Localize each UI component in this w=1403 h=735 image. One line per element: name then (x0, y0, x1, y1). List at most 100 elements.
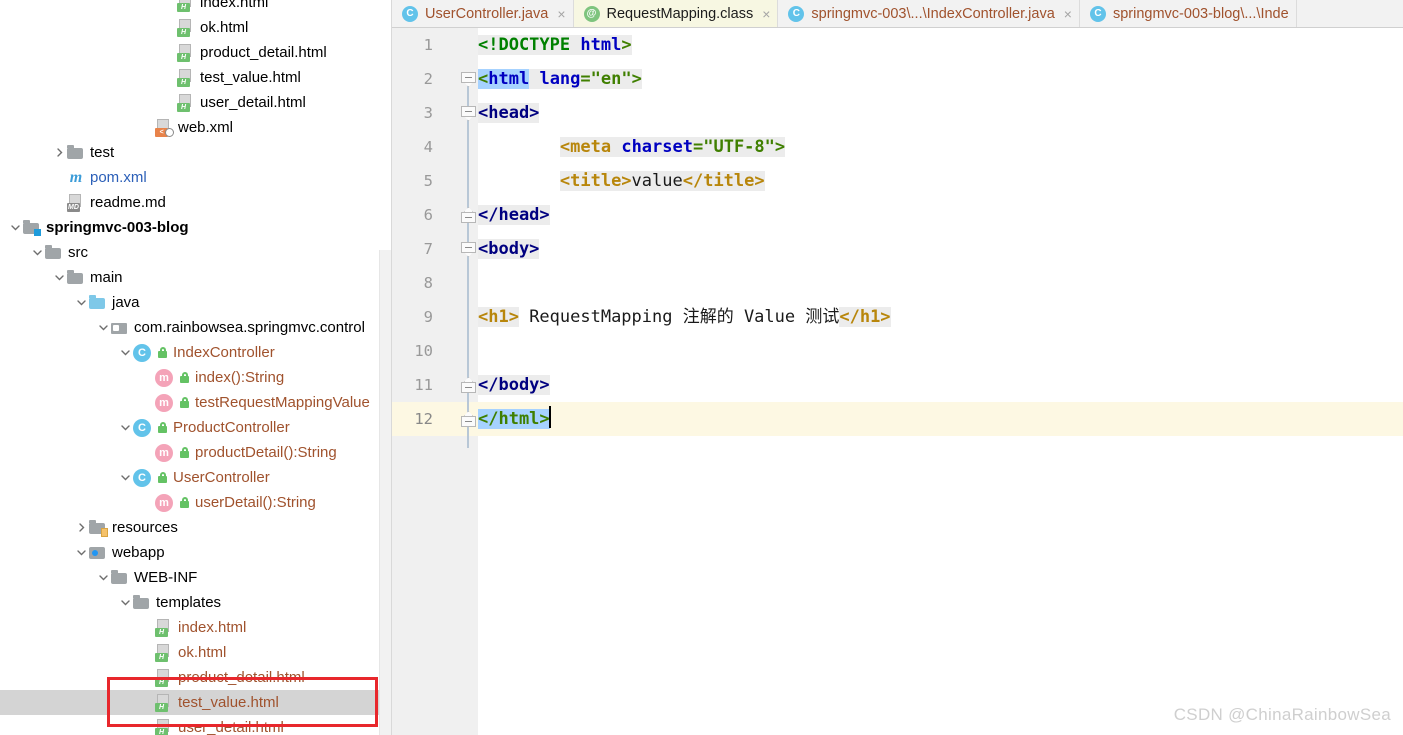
code-fold-toggle-icon[interactable] (461, 411, 476, 427)
chevron-down-icon[interactable] (74, 290, 89, 315)
chevron-down-icon[interactable] (118, 465, 133, 490)
folder-icon (133, 594, 151, 612)
tree-item-ok-html[interactable]: Hok.html (0, 15, 392, 40)
tree-item-web-inf[interactable]: WEB-INF (0, 565, 392, 590)
tree-item-label: readme.md (90, 194, 166, 211)
tree-item-label: productDetail():String (195, 444, 337, 461)
tree-item-productdetail-string[interactable]: m productDetail():String (0, 440, 392, 465)
editor-tab-springmvc-003-indexcontroller-java[interactable]: Cspringmvc-003\...\IndexController.java × (778, 0, 1080, 27)
tree-item-label: java (112, 294, 140, 311)
tree-item-label: test_value.html (178, 694, 279, 711)
code-token-lang-value: "en" (590, 69, 632, 89)
tree-item-java[interactable]: java (0, 290, 392, 315)
tree-item-test[interactable]: test (0, 140, 392, 165)
tree-item-label: IndexController (173, 344, 275, 361)
editor-body[interactable]: 1 2 3 4 5 6 7 8 9 10 11 12 <!DOCTYPE html> <html lan… (392, 28, 1403, 735)
editor-tab-usercontroller-java[interactable]: C UserController.java × (392, 0, 574, 27)
chevron-down-icon[interactable] (74, 540, 89, 565)
code-line-5[interactable]: <title>value</title> (478, 164, 1403, 198)
code-token-charset-value: "UTF-8" (703, 137, 775, 157)
tree-item-webapp[interactable]: webapp (0, 540, 392, 565)
tree-item-pom-xml[interactable]: m pom.xml (0, 165, 392, 190)
chevron-right-icon[interactable] (52, 140, 67, 165)
tree-item-product-detail-html[interactable]: Hproduct_detail.html (0, 40, 392, 65)
chevron-down-icon[interactable] (96, 315, 111, 340)
tree-item-readme-md[interactable]: MD readme.md (0, 190, 392, 215)
tree-item-userdetail-string[interactable]: m userDetail():String (0, 490, 392, 515)
tree-item-label: web.xml (178, 119, 234, 136)
tree-item-label: user_detail.html (178, 719, 284, 735)
tree-item-index-html[interactable]: Hindex.html (0, 0, 392, 15)
chevron-down-icon[interactable] (96, 565, 111, 590)
editor-tab-springmvc-003-blog-inde[interactable]: Cspringmvc-003-blog\...\Inde (1079, 0, 1297, 27)
tree-item-indexcontroller[interactable]: C IndexController (0, 340, 392, 365)
code-fold-toggle-icon[interactable] (461, 106, 476, 121)
code-line-8[interactable] (478, 266, 1403, 300)
editor-tab-label: UserController.java (425, 5, 549, 22)
tree-item-main[interactable]: main (0, 265, 392, 290)
chevron-down-icon[interactable] (118, 340, 133, 365)
java-class-icon: C (133, 418, 151, 437)
tree-item-label: src (68, 244, 88, 261)
editor-tab-bar[interactable]: C UserController.java × @ RequestMapping.cla… (392, 0, 1403, 28)
code-token-h1-text: RequestMapping 注解的 Value 测试 (518, 307, 840, 327)
tree-item-web-xml[interactable]: < web.xml (0, 115, 392, 140)
code-line-4[interactable]: <meta charset="UTF-8"> (478, 130, 1403, 164)
code-fold-toggle-icon[interactable] (461, 72, 476, 87)
chevron-right-icon[interactable] (74, 515, 89, 540)
code-fold-toggle-icon[interactable] (461, 207, 476, 223)
tree-item-productcontroller[interactable]: C ProductController (0, 415, 392, 440)
java-class-icon: C (133, 343, 151, 362)
chevron-down-icon[interactable] (118, 590, 133, 615)
code-token-body-close: </body> (478, 375, 550, 395)
code-line-9[interactable]: <h1> RequestMapping 注解的 Value 测试</h1> (478, 300, 1403, 334)
html-file-icon: H (177, 68, 195, 87)
code-line-2[interactable]: <html lang="en"> (478, 62, 1403, 96)
code-line-10[interactable] (478, 334, 1403, 368)
project-tree-pane[interactable]: Hindex.html Hok.html Hproduct_detail.html H… (0, 0, 392, 735)
tree-item-testrequestmappingvalue[interactable]: m testRequestMappingValue (0, 390, 392, 415)
code-line-7[interactable]: <body> (478, 232, 1403, 266)
code-fold-toggle-icon[interactable] (461, 377, 476, 393)
chevron-down-icon[interactable] (52, 265, 67, 290)
code-fold-toggle-icon[interactable] (461, 242, 476, 257)
close-icon[interactable]: × (1064, 7, 1072, 21)
close-icon[interactable]: × (557, 7, 565, 21)
html-file-icon: H (177, 43, 195, 62)
tree-item-springmvc-003-blog[interactable]: springmvc-003-blog (0, 215, 392, 240)
xml-file-icon: < (155, 118, 174, 137)
tree-item-src[interactable]: src (0, 240, 392, 265)
code-line-3[interactable]: <head> (478, 96, 1403, 130)
editor-tab-label: springmvc-003-blog\...\Inde (1112, 5, 1289, 22)
tree-item-test-value-html[interactable]: Htest_value.html (0, 690, 392, 715)
tree-item-label: WEB-INF (134, 569, 198, 586)
tree-item-index-string[interactable]: m index():String (0, 365, 392, 390)
tree-item-test-value-html[interactable]: Htest_value.html (0, 65, 392, 90)
chevron-down-icon[interactable] (30, 240, 45, 265)
tree-item-usercontroller[interactable]: C UserController (0, 465, 392, 490)
tree-item-com-rainbowsea-springmvc-control[interactable]: com.rainbowsea.springmvc.control (0, 315, 392, 340)
editor-tab-requestmapping-class[interactable]: @ RequestMapping.class × (573, 0, 779, 27)
chevron-down-icon[interactable] (8, 215, 23, 240)
project-tree-list[interactable]: Hindex.html Hok.html Hproduct_detail.html H… (0, 0, 392, 735)
code-line-11[interactable]: </body> (478, 368, 1403, 402)
chevron-down-icon[interactable] (118, 415, 133, 440)
code-token-title-text: value (631, 171, 683, 191)
tree-item-product-detail-html[interactable]: Hproduct_detail.html (0, 665, 392, 690)
tree-item-resources[interactable]: resources (0, 515, 392, 540)
code-line-12[interactable]: </html> (478, 402, 1403, 436)
folder-icon (67, 144, 85, 162)
code-text-area[interactable]: <!DOCTYPE html> <html lang="en"> <head> <m… (478, 28, 1403, 735)
close-icon[interactable]: × (762, 7, 770, 21)
public-visibility-icon (156, 469, 169, 487)
tree-item-user-detail-html[interactable]: Huser_detail.html (0, 90, 392, 115)
tree-item-user-detail-html[interactable]: Huser_detail.html (0, 715, 392, 735)
code-line-1[interactable]: <!DOCTYPE html> (478, 28, 1403, 62)
tree-item-label: test (90, 144, 115, 161)
tree-item-ok-html[interactable]: Hok.html (0, 640, 392, 665)
tree-item-label: testRequestMappingValue (195, 394, 370, 411)
code-line-6[interactable]: </head> (478, 198, 1403, 232)
tree-item-templates[interactable]: templates (0, 590, 392, 615)
tree-item-index-html[interactable]: Hindex.html (0, 615, 392, 640)
html-file-icon: H (155, 668, 173, 687)
